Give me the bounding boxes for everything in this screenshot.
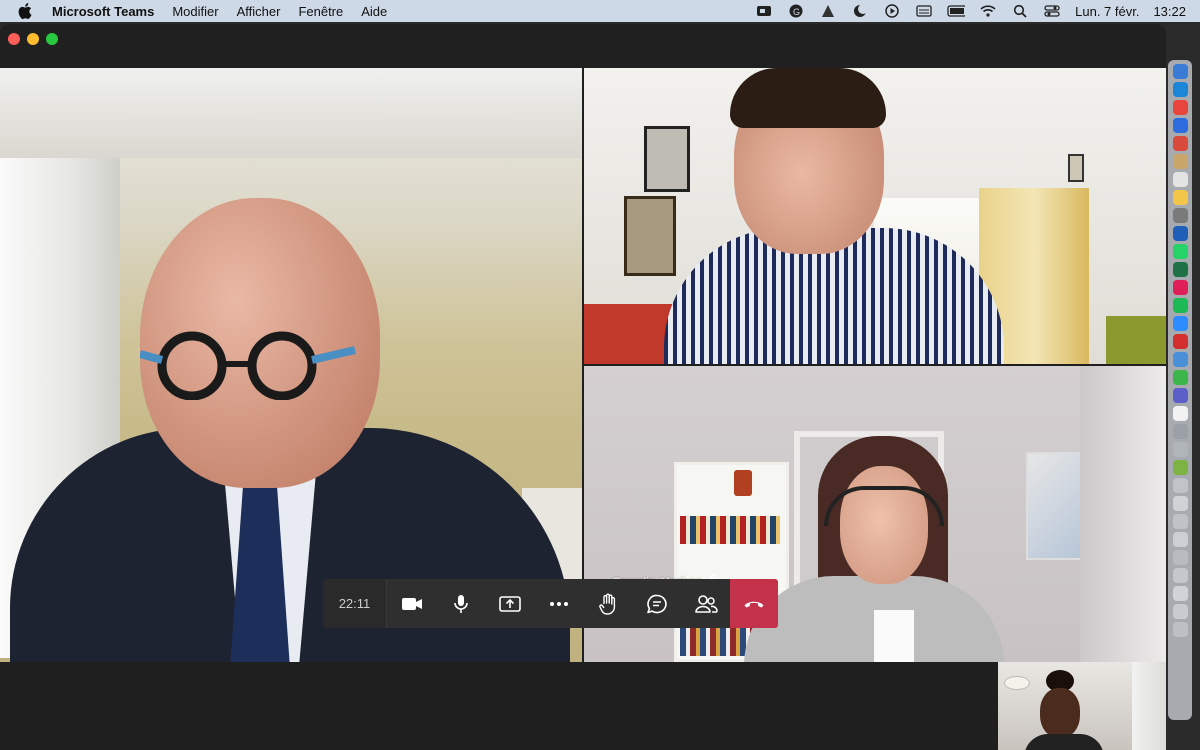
dock-app-icon[interactable] (1172, 82, 1188, 97)
camera-icon (401, 597, 422, 610)
more-options-icon (549, 601, 568, 606)
chat-icon (646, 594, 667, 613)
dock-app-icon[interactable] (1172, 280, 1188, 295)
search-icon[interactable] (1011, 4, 1029, 18)
grammarly-icon[interactable]: G (787, 4, 805, 18)
call-controls-buttons (387, 579, 730, 628)
camera-button[interactable] (387, 579, 436, 628)
dock-app-icon[interactable] (1172, 136, 1188, 151)
dock-app-icon[interactable] (1172, 370, 1188, 385)
play-icon[interactable] (883, 4, 901, 18)
status-area: G Lun. 7 févr. 13:22 (755, 0, 1186, 22)
vpn-icon[interactable] (819, 4, 837, 18)
dock-app-icon[interactable] (1172, 406, 1188, 421)
wall-frame (644, 126, 690, 192)
dock-app-icon[interactable] (1172, 514, 1188, 529)
raise-hand-icon (598, 593, 615, 615)
video-background-chair (1106, 316, 1166, 364)
zoom-window-button[interactable] (46, 33, 58, 45)
dock-app-icon[interactable] (1172, 604, 1188, 619)
dock-app-icon[interactable] (1172, 388, 1188, 403)
hang-up-button[interactable] (730, 579, 778, 628)
chat-button[interactable] (632, 579, 681, 628)
menubar-time[interactable]: 13:22 (1153, 4, 1186, 19)
dock-app-icon[interactable] (1172, 208, 1188, 223)
menu-modifier[interactable]: Modifier (172, 4, 218, 19)
participant-glasses (140, 331, 356, 400)
menubar-date[interactable]: Lun. 7 févr. (1075, 4, 1139, 19)
hang-up-icon (744, 601, 764, 607)
shelf-books (680, 516, 780, 544)
menu-app-name[interactable]: Microsoft Teams (52, 4, 154, 19)
video-background (0, 68, 582, 158)
wall-frame (1068, 154, 1084, 182)
wall-frame (624, 196, 676, 276)
battery-icon[interactable] (947, 4, 966, 18)
dock-app-icon[interactable] (1172, 334, 1188, 349)
participant-body (1024, 734, 1104, 750)
participants-button[interactable] (681, 579, 730, 628)
dock-app-icon[interactable] (1172, 568, 1188, 583)
minimize-window-button[interactable] (27, 33, 39, 45)
keyboard-icon[interactable] (915, 4, 933, 18)
dock-app-icon[interactable] (1172, 154, 1188, 169)
video-tile-participant-2[interactable] (584, 68, 1166, 364)
dock-app-icon[interactable] (1172, 190, 1188, 205)
wall-poster (1026, 452, 1082, 560)
dock-app-icon[interactable] (1172, 64, 1188, 79)
menu-bar: Microsoft Teams Modifier Afficher Fenêtr… (0, 0, 1200, 22)
participants-icon (694, 594, 718, 613)
participant-hair (730, 68, 886, 128)
dock-app-icon[interactable] (1172, 262, 1188, 277)
shelf-plant (734, 470, 752, 496)
microphone-icon (453, 594, 468, 613)
dock-app-icon[interactable] (1172, 298, 1188, 313)
dock-app-icon[interactable] (1172, 586, 1188, 601)
menu-afficher[interactable]: Afficher (237, 4, 281, 19)
dock-app-icon[interactable] (1172, 442, 1188, 457)
participant-shirt (874, 610, 914, 662)
apple-icon[interactable] (18, 3, 34, 19)
dock-app-icon[interactable] (1172, 226, 1188, 241)
ceiling-lamp (1004, 676, 1030, 690)
raise-hand-button[interactable] (583, 579, 632, 628)
dock-app-icon[interactable] (1172, 532, 1188, 547)
video-background-wall (1080, 366, 1166, 662)
dock-app-icon[interactable] (1172, 478, 1188, 493)
call-controls-bar: 22:11 (323, 579, 778, 628)
macos-dock (1168, 60, 1192, 720)
share-screen-button[interactable] (485, 579, 534, 628)
title-bar (0, 24, 1166, 68)
dock-app-icon[interactable] (1172, 622, 1188, 637)
dock-app-icon[interactable] (1172, 424, 1188, 439)
menu-aide[interactable]: Aide (361, 4, 387, 19)
dock-app-icon[interactable] (1172, 172, 1188, 187)
microphone-button[interactable] (436, 579, 485, 628)
dock-app-icon[interactable] (1172, 118, 1188, 133)
svg-text:G: G (793, 7, 800, 17)
more-options-button[interactable] (534, 579, 583, 628)
dock-app-icon[interactable] (1172, 244, 1188, 259)
video-tile-participant-1[interactable] (0, 68, 582, 662)
call-duration: 22:11 (323, 579, 387, 628)
video-background-window (1132, 662, 1166, 750)
dock-app-icon[interactable] (1172, 352, 1188, 367)
dock-app-icon[interactable] (1172, 100, 1188, 115)
control-center-icon[interactable] (1043, 4, 1061, 18)
dock-app-icon[interactable] (1172, 496, 1188, 511)
wifi-icon[interactable] (979, 4, 997, 18)
moon-icon[interactable] (851, 4, 869, 18)
dock-app-icon[interactable] (1172, 316, 1188, 331)
self-view-tile[interactable] (998, 662, 1166, 750)
share-screen-icon (498, 595, 521, 612)
teams-window: Gosselin, Marilyse 22:11 (0, 24, 1166, 750)
dock-app-icon[interactable] (1172, 460, 1188, 475)
menu-fenetre[interactable]: Fenêtre (298, 4, 343, 19)
participant-headset (824, 486, 944, 526)
close-window-button[interactable] (8, 33, 20, 45)
dock-app-icon[interactable] (1172, 550, 1188, 565)
participant-head (1040, 688, 1080, 738)
video-status-icon[interactable] (755, 4, 773, 18)
